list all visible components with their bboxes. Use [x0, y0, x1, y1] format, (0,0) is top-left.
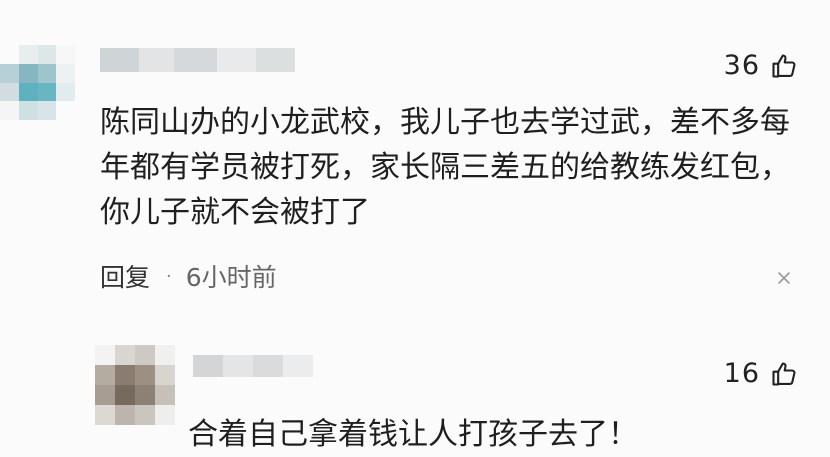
reply-button[interactable]: 回复 — [100, 258, 150, 294]
like-count: 36 — [723, 50, 760, 81]
thumbs-up-icon — [772, 53, 796, 78]
username-blurred[interactable] — [193, 355, 313, 377]
comment-2: 16 合着自己拿着钱让人打孩子去了！ — [0, 330, 830, 452]
like-count: 16 — [723, 358, 760, 389]
timestamp: 6小时前 — [185, 263, 277, 292]
comment-text: 陈同山办的小龙武校，我儿子也去学过武，差不多每年都有学员被打死，家长隔三差五的给… — [100, 105, 790, 230]
avatar[interactable] — [95, 345, 175, 425]
username-blurred[interactable] — [100, 48, 295, 72]
comment-meta: 回复 · 6小时前 — [100, 258, 277, 294]
avatar[interactable] — [0, 45, 75, 120]
separator-dot: · — [166, 265, 172, 287]
comment-1: 36 陈同山办的小龙武校，我儿子也去学过武，差不多每年都有学员被打死，家长隔三差… — [0, 0, 830, 330]
like-button[interactable]: 16 — [724, 358, 798, 389]
like-button[interactable]: 36 — [724, 50, 798, 81]
comment-text: 合着自己拿着钱让人打孩子去了！ — [188, 417, 638, 452]
thumbs-up-icon — [772, 361, 796, 386]
close-icon[interactable] — [776, 270, 792, 286]
